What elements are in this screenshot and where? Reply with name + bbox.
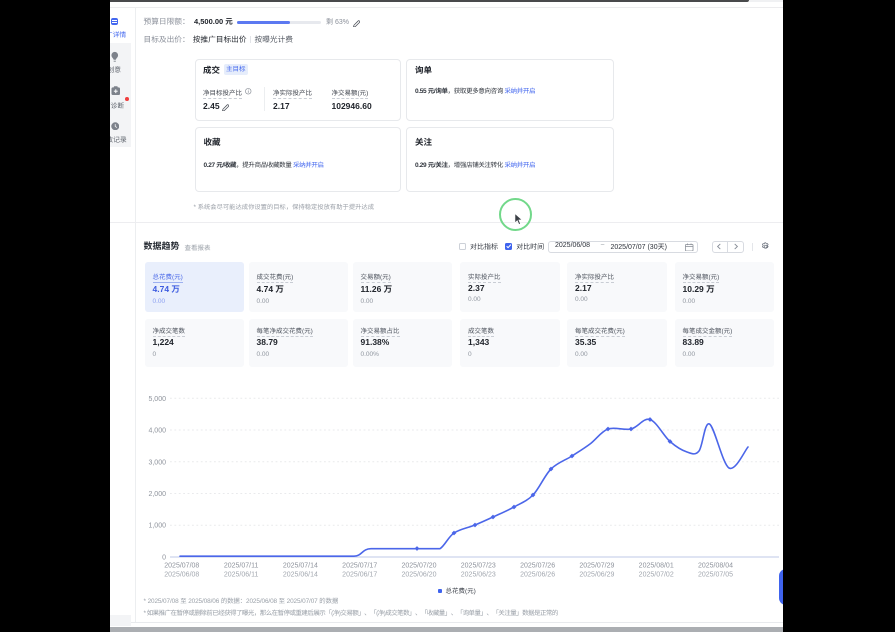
svg-text:2025/06/08: 2025/06/08: [164, 571, 199, 578]
svg-text:2025/07/14: 2025/07/14: [283, 563, 318, 570]
svg-text:2025/06/29: 2025/06/29: [579, 571, 614, 578]
svg-text:2025/06/23: 2025/06/23: [461, 571, 496, 578]
svg-text:2025/06/17: 2025/06/17: [342, 571, 377, 578]
svg-text:2025/06/26: 2025/06/26: [520, 571, 555, 578]
svg-text:2025/08/01: 2025/08/01: [639, 563, 674, 570]
svg-text:2025/07/29: 2025/07/29: [579, 563, 614, 570]
svg-text:2025/07/02: 2025/07/02: [639, 571, 674, 578]
svg-text:2025/06/14: 2025/06/14: [283, 571, 318, 578]
svg-text:3,000: 3,000: [148, 459, 166, 466]
svg-text:2025/07/26: 2025/07/26: [520, 563, 555, 570]
svg-text:2025/06/11: 2025/06/11: [224, 571, 259, 578]
svg-text:2025/08/04: 2025/08/04: [698, 563, 733, 570]
svg-text:2025/06/20: 2025/06/20: [401, 571, 436, 578]
svg-text:2025/07/17: 2025/07/17: [342, 563, 377, 570]
svg-text:2025/07/20: 2025/07/20: [401, 563, 436, 570]
svg-text:2025/07/11: 2025/07/11: [224, 563, 259, 570]
svg-text:2025/07/05: 2025/07/05: [698, 571, 733, 578]
svg-text:2,000: 2,000: [148, 491, 166, 498]
svg-text:0: 0: [162, 555, 166, 562]
svg-text:5,000: 5,000: [148, 396, 166, 403]
svg-text:2025/07/23: 2025/07/23: [461, 563, 496, 570]
svg-text:4,000: 4,000: [148, 428, 166, 435]
svg-text:1,000: 1,000: [148, 523, 166, 530]
svg-text:2025/07/08: 2025/07/08: [164, 563, 199, 570]
